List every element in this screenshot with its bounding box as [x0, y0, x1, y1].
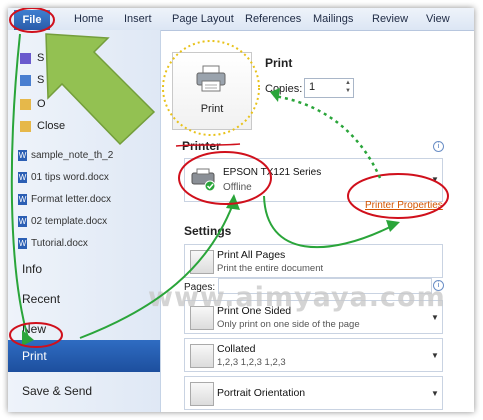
- file-highlight-ellipse: [9, 8, 55, 33]
- green-dotted-arrow: [273, 94, 382, 179]
- printer-properties-ellipse: [347, 173, 449, 219]
- print-button-dotted-circle: [162, 40, 260, 136]
- big-arrow-annotation: [45, 33, 156, 146]
- printer-heading-underline: [175, 143, 241, 147]
- green-curve-arrow: [263, 195, 393, 249]
- green-curve-arrow: [79, 203, 234, 339]
- printer-highlight-ellipse: [178, 151, 272, 205]
- green-curve-arrow: [10, 33, 29, 339]
- annotation-overlay: [9, 8, 449, 348]
- word-backstage-window: File Home Insert Page Layout References …: [8, 8, 474, 412]
- print-nav-ellipse: [9, 322, 63, 348]
